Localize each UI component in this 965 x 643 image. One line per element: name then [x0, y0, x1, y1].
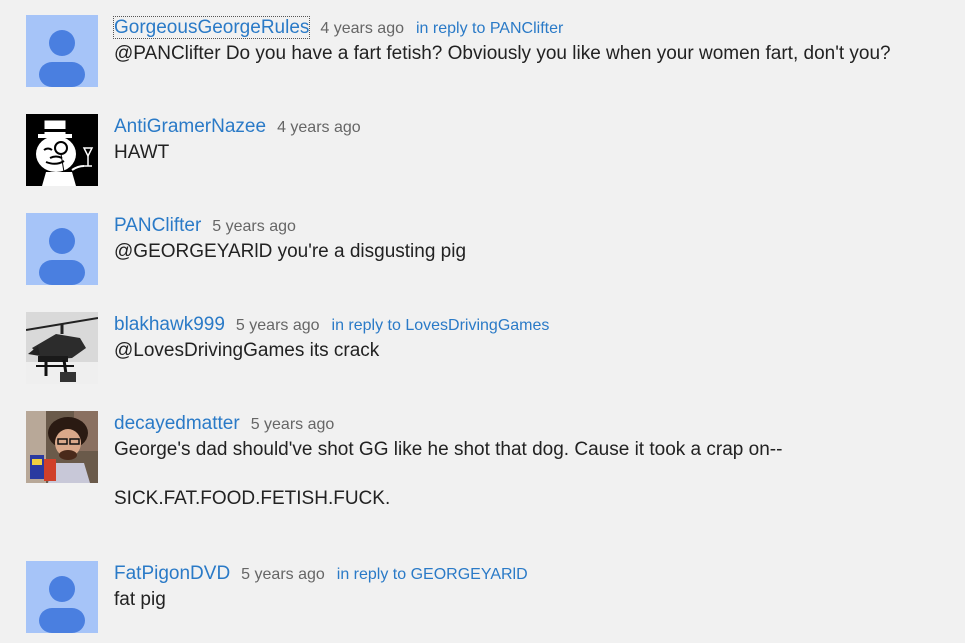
comment-text: George's dad should've shot GG like he s…: [114, 439, 782, 510]
comment-header: AntiGramerNazee 4 years ago: [114, 114, 361, 140]
comment-text: fat pig: [114, 589, 166, 610]
photo-avatar-icon[interactable]: [26, 411, 98, 483]
reply-to-link[interactable]: in reply to LovesDrivingGames: [332, 317, 550, 334]
comment-header: FatPigonDVD 5 years ago in reply to GEORGE…: [114, 561, 528, 587]
timestamp: 4 years ago: [277, 119, 361, 136]
comment-header: decayedmatter 5 years ago: [114, 411, 334, 437]
comment-text: @PANClifter Do you have a fart fetish? O…: [114, 43, 891, 64]
default-avatar-icon[interactable]: [26, 213, 98, 285]
timestamp: 5 years ago: [241, 566, 325, 583]
author-link[interactable]: PANClifter: [114, 215, 201, 236]
reply-to-link[interactable]: in reply to PANClifter: [416, 20, 563, 37]
timestamp: 4 years ago: [320, 20, 404, 37]
comment-text-line: George's dad should've shot GG like he s…: [114, 439, 783, 460]
timestamp: 5 years ago: [250, 416, 335, 433]
author-link[interactable]: FatPigonDVD: [114, 563, 230, 584]
author-link[interactable]: decayedmatter: [114, 413, 240, 434]
comment-header: blakhawk999 5 years ago in reply to LovesD…: [114, 312, 549, 338]
comment-text-line: SICK.FAT.FOOD.FETISH.FUCK.: [114, 488, 391, 509]
helicopter-avatar-icon[interactable]: [26, 312, 98, 384]
author-link[interactable]: GorgeousGeorgeRules: [112, 16, 311, 39]
timestamp: 5 years ago: [235, 317, 320, 334]
comment-text: HAWT: [114, 142, 170, 163]
top-hat-monocle-avatar-icon[interactable]: [26, 114, 98, 186]
reply-to-link[interactable]: in reply to GEORGEYARlD: [337, 566, 528, 583]
comment-text: @GEORGEYARlD you're a disgusting pig: [114, 241, 467, 262]
comment-header: PANClifter 5 years ago: [114, 213, 296, 239]
default-avatar-icon[interactable]: [26, 15, 98, 87]
author-link[interactable]: AntiGramerNazee: [114, 116, 266, 137]
comment-header: GorgeousGeorgeRules 4 years ago in reply t…: [112, 15, 563, 41]
timestamp: 5 years ago: [212, 218, 296, 235]
default-avatar-icon[interactable]: [26, 561, 98, 633]
comment-text: @LovesDrivingGames its crack: [114, 340, 380, 361]
author-link[interactable]: blakhawk999: [114, 314, 225, 335]
comment-list: GorgeousGeorgeRules 4 years ago in reply t…: [0, 0, 965, 643]
